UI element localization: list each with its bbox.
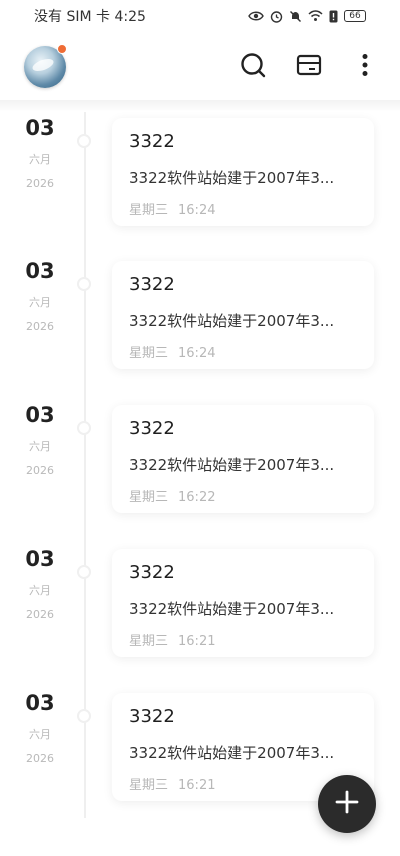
timeline-node <box>77 565 91 579</box>
app-actions <box>238 52 380 82</box>
note-time: 16:21 <box>178 634 216 649</box>
status-icons: 66 <box>248 10 366 23</box>
note-title: 3322 <box>129 706 175 727</box>
note-title: 3322 <box>129 274 175 295</box>
entry-month: 六月 <box>29 153 51 166</box>
date-column: 03 六月 2026 <box>16 547 64 622</box>
note-preview: 3322软件站始建于2007年3... <box>129 600 335 618</box>
folder-button[interactable] <box>294 52 324 82</box>
entry-month: 六月 <box>29 296 51 309</box>
search-icon <box>240 52 266 82</box>
note-title: 3322 <box>129 418 175 439</box>
entry-day: 03 <box>25 547 55 571</box>
add-note-button[interactable] <box>318 775 376 833</box>
note-weekday: 星期三 <box>129 203 169 218</box>
app-bar-shadow <box>0 100 400 112</box>
status-left: 没有 SIM 卡 4:25 <box>34 6 146 26</box>
timeline-entry: 03 六月 2026 3322 3322软件站始建于2007年3... 星期三 1… <box>0 259 400 379</box>
date-column: 03 六月 2026 <box>16 403 64 478</box>
eye-icon <box>248 10 264 22</box>
timeline-node <box>77 277 91 291</box>
note-card[interactable]: 3322 3322软件站始建于2007年3... 星期三 16:24 <box>112 261 374 369</box>
wifi-icon <box>308 10 323 22</box>
folder-icon <box>296 53 322 81</box>
note-time: 16:21 <box>178 778 216 793</box>
note-meta: 星期三 16:21 <box>129 634 356 649</box>
entry-day: 03 <box>25 259 55 283</box>
search-button[interactable] <box>238 52 268 82</box>
entry-year: 2026 <box>26 177 54 190</box>
note-card[interactable]: 3322 3322软件站始建于2007年3... 星期三 16:22 <box>112 405 374 513</box>
entry-day: 03 <box>25 116 55 140</box>
note-time: 16:22 <box>178 490 216 505</box>
status-time: 4:25 <box>114 9 146 25</box>
sim-alert-icon <box>329 10 338 23</box>
note-weekday: 星期三 <box>129 778 169 793</box>
note-meta: 星期三 16:24 <box>129 346 356 361</box>
mute-icon <box>289 10 302 23</box>
note-preview: 3322软件站始建于2007年3... <box>129 744 335 762</box>
alarm-icon <box>270 10 283 23</box>
entry-year: 2026 <box>26 752 54 765</box>
note-card[interactable]: 3322 3322软件站始建于2007年3... 星期三 16:24 <box>112 118 374 226</box>
note-weekday: 星期三 <box>129 634 169 649</box>
date-column: 03 六月 2026 <box>16 691 64 766</box>
note-time: 16:24 <box>178 203 216 218</box>
date-column: 03 六月 2026 <box>16 259 64 334</box>
timeline-entry: 03 六月 2026 3322 3322软件站始建于2007年3... 星期三 1… <box>0 403 400 523</box>
timeline-node <box>77 709 91 723</box>
entry-year: 2026 <box>26 464 54 477</box>
note-meta: 星期三 16:24 <box>129 203 356 218</box>
avatar[interactable] <box>24 44 67 88</box>
note-weekday: 星期三 <box>129 346 169 361</box>
app-bar <box>0 34 400 100</box>
more-button[interactable] <box>350 52 380 82</box>
date-column: 03 六月 2026 <box>16 116 64 191</box>
timeline-entry: 03 六月 2026 3322 3322软件站始建于2007年3... 星期三 1… <box>0 547 400 667</box>
entry-day: 03 <box>25 691 55 715</box>
entry-month: 六月 <box>29 584 51 597</box>
entry-year: 2026 <box>26 608 54 621</box>
entry-year: 2026 <box>26 320 54 333</box>
note-preview: 3322软件站始建于2007年3... <box>129 456 335 474</box>
note-title: 3322 <box>129 562 175 583</box>
note-meta: 星期三 16:22 <box>129 490 356 505</box>
battery-indicator: 66 <box>344 10 366 22</box>
entry-month: 六月 <box>29 440 51 453</box>
timeline-node <box>77 421 91 435</box>
entry-month: 六月 <box>29 728 51 741</box>
note-weekday: 星期三 <box>129 490 169 505</box>
note-preview: 3322软件站始建于2007年3... <box>129 169 335 187</box>
status-bar: 没有 SIM 卡 4:25 66 <box>0 0 400 32</box>
plus-icon <box>335 790 359 818</box>
carrier-text: 没有 SIM 卡 <box>34 9 110 25</box>
note-time: 16:24 <box>178 346 216 361</box>
note-title: 3322 <box>129 131 175 152</box>
timeline-node <box>77 134 91 148</box>
entry-day: 03 <box>25 403 55 427</box>
note-card[interactable]: 3322 3322软件站始建于2007年3... 星期三 16:21 <box>112 549 374 657</box>
more-vertical-icon <box>361 53 369 81</box>
timeline-entry: 03 六月 2026 3322 3322软件站始建于2007年3... 星期三 1… <box>0 116 400 236</box>
note-preview: 3322软件站始建于2007年3... <box>129 312 335 330</box>
notification-dot <box>57 44 67 54</box>
